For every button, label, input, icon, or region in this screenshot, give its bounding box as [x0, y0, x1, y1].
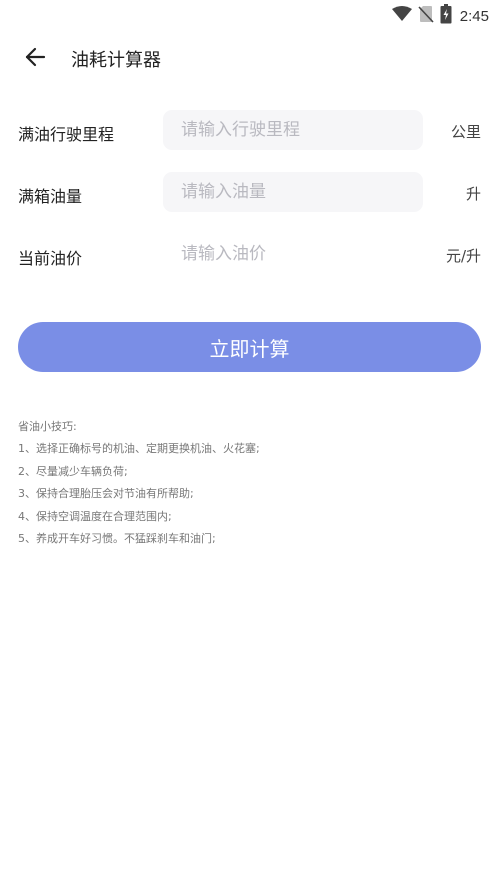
tip-item: 5、养成开车好习惯。不猛踩刹车和油门;: [18, 532, 216, 546]
tip-item: 3、保持合理胎压会对节油有所帮助;: [18, 487, 194, 501]
tip-item: 2、尽量减少车辆负荷;: [18, 464, 128, 478]
mileage-row: 满油行驶里程 公里: [0, 110, 499, 152]
tank-row: 满箱油量 升: [0, 172, 499, 214]
fuel-saving-tips: 省油小技巧: 1、选择正确标号的机油、定期更换机油、火花塞; 2、尽量减少车辆负…: [18, 416, 260, 550]
wifi-icon: [391, 6, 412, 26]
battery-charging-icon: [440, 4, 452, 28]
app-bar: 油耗计算器: [0, 36, 499, 80]
arrow-left-icon: [24, 46, 46, 72]
fuel-calculator-screen: 2:45 油耗计算器 满油行驶里程 公里 满箱油量 升 当前油价 元/升 立即: [0, 0, 499, 887]
tank-input[interactable]: [163, 172, 423, 212]
tank-unit: 升: [465, 185, 481, 203]
no-sim-icon: [418, 5, 434, 27]
mileage-unit: 公里: [450, 123, 481, 141]
price-label: 当前油价: [18, 249, 83, 268]
status-bar: 2:45: [0, 0, 499, 28]
price-unit: 元/升: [445, 247, 481, 265]
tank-label: 满箱油量: [18, 187, 83, 206]
mileage-label: 满油行驶里程: [18, 125, 115, 144]
status-time: 2:45: [459, 7, 489, 25]
status-icons: 2:45: [391, 4, 489, 28]
tips-title: 省油小技巧:: [18, 420, 77, 433]
tip-item: 1、选择正确标号的机油、定期更换机油、火花塞;: [18, 442, 260, 456]
price-row: 当前油价 元/升: [0, 234, 499, 276]
tip-item: 4、保持空调温度在合理范围内;: [18, 509, 172, 523]
mileage-input[interactable]: [163, 110, 423, 150]
calculate-button[interactable]: 立即计算: [18, 322, 481, 372]
back-button[interactable]: [20, 44, 50, 74]
page-title: 油耗计算器: [71, 50, 161, 71]
price-input[interactable]: [163, 234, 423, 274]
